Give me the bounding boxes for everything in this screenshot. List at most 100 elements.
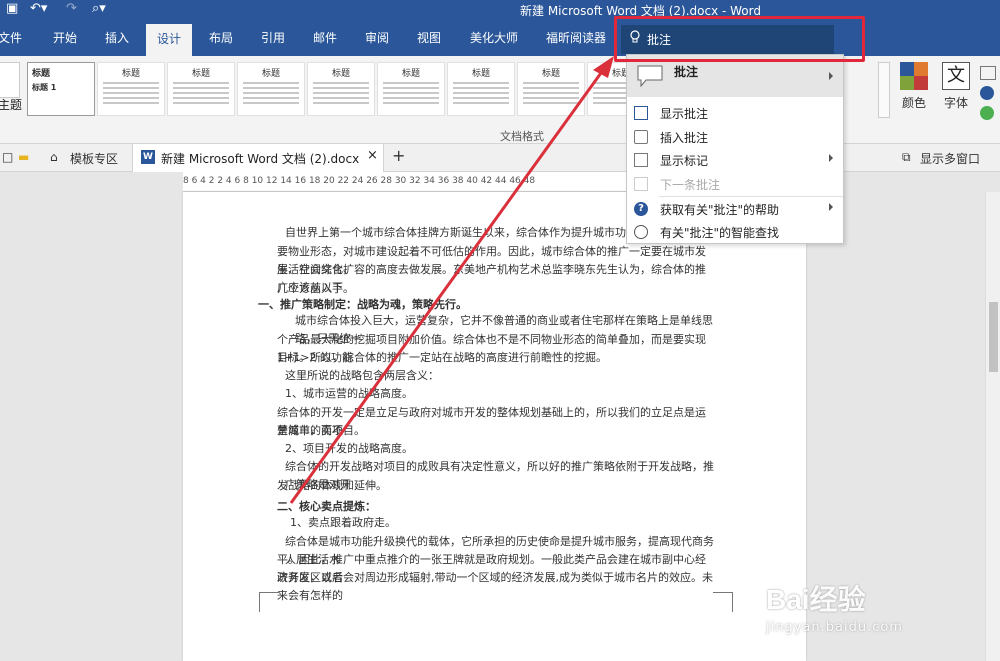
menu-item-label: 显示标记	[660, 154, 709, 168]
style-thumb-8[interactable]: 标题	[517, 62, 585, 116]
undo-icon[interactable]: ↶▾	[30, 1, 47, 16]
show-comments-icon	[634, 106, 648, 120]
document-formatting-group-label: 文档格式	[500, 130, 544, 143]
tab-layout[interactable]: 布局	[202, 20, 240, 56]
page-corner-mark	[259, 592, 279, 612]
style-thumb-heading: 标题	[401, 69, 420, 79]
style-thumb-subtitle: 标题 1	[32, 83, 57, 92]
tab-file[interactable]: 文件	[0, 20, 24, 56]
menu-item-label: 下一条批注	[660, 178, 721, 192]
doc-paragraph-line: 2、项目开发的战略高度。	[285, 442, 413, 455]
menu-item-label: 获取有关"批注"的帮助	[660, 203, 780, 217]
menu-item-label: 有关"批注"的智能查找	[660, 226, 780, 240]
style-thumb-2[interactable]: 标题	[97, 62, 165, 116]
themes-icon[interactable]	[0, 62, 20, 98]
style-thumb-5[interactable]: 标题	[307, 62, 375, 116]
template-zone-tab[interactable]: 模板专区	[70, 150, 118, 167]
menu-item-insert-comment[interactable]: 插入批注	[627, 125, 843, 149]
style-thumb-heading: 标题	[471, 69, 490, 79]
doc-paragraph-line: 这里所说的战略包含两层含义：	[285, 369, 439, 382]
folder-icon[interactable]: ▬	[18, 150, 29, 164]
word-doc-icon: W	[141, 150, 155, 164]
tab-beautify-master[interactable]: 美化大师	[462, 20, 526, 56]
home-folder-icon[interactable]: □	[2, 150, 13, 164]
menu-item-show-markup[interactable]: 显示标记	[627, 148, 843, 172]
comment-icon	[637, 65, 663, 87]
watermark-brand: Bai经验	[766, 584, 866, 615]
doc-paragraph-line: 1、城市运营的战略高度。	[285, 387, 413, 400]
style-thumb-heading: 标题	[32, 69, 51, 79]
doc-paragraph-line: 发战略的体现和延伸。	[277, 479, 387, 492]
tab-home[interactable]: 开始	[46, 20, 84, 56]
page-corner-mark	[713, 592, 733, 612]
menu-item-show-comments[interactable]: 显示批注	[627, 101, 843, 125]
tab-mailings[interactable]: 邮件	[306, 20, 344, 56]
colors-label[interactable]: 颜色	[902, 94, 926, 111]
menu-item-next-comment[interactable]: 下一条批注	[627, 172, 843, 196]
menu-header-item[interactable]: 批注	[627, 55, 843, 97]
menu-item-label: 插入批注	[660, 131, 709, 145]
watermark-url: jingyan.baidu.com	[766, 620, 903, 635]
ribbon-tabs: 文件 开始 插入 设计 布局 引用 邮件 审阅 视图 美化大师 福昕阅读器	[0, 20, 1000, 56]
colors-icon[interactable]	[900, 62, 928, 90]
show-multi-window-button[interactable]: 显示多窗口	[920, 150, 980, 167]
new-tab-icon[interactable]: +	[392, 146, 405, 165]
save-icon[interactable]: ▣	[6, 1, 18, 16]
doc-paragraph-line: 是简单的卖项目。	[277, 424, 365, 437]
tell-me-search-box[interactable]: 批注	[621, 25, 834, 54]
paragraph-spacing-icon[interactable]	[980, 66, 996, 80]
tab-references[interactable]: 引用	[254, 20, 292, 56]
tab-view[interactable]: 视图	[410, 20, 448, 56]
effects-icon[interactable]	[980, 86, 994, 100]
next-comment-icon	[634, 177, 648, 191]
style-thumb-heading: 标题	[261, 69, 280, 79]
doc-paragraph-line: 1、卖点跟着政府走。	[290, 516, 396, 529]
fonts-icon[interactable]: 文	[942, 62, 970, 90]
active-document-name: 新建 Microsoft Word 文档 (2).docx	[161, 152, 360, 166]
style-thumb-heading: 标题	[191, 69, 210, 79]
tell-me-results-menu: 批注 显示批注 插入批注 显示标记 下一条批注 ? 获取有关"批注"的帮助 有关…	[626, 54, 844, 244]
tab-foxit-reader[interactable]: 福昕阅读器	[540, 20, 612, 56]
smart-lookup-icon	[634, 225, 648, 239]
style-thumb-heading: 标题	[121, 69, 140, 79]
style-thumb-7[interactable]: 标题	[447, 62, 515, 116]
menu-item-smart-lookup[interactable]: 有关"批注"的智能查找	[627, 220, 843, 244]
lightbulb-icon	[630, 30, 640, 43]
style-thumb-6[interactable]: 标题	[377, 62, 445, 116]
scrollbar-thumb[interactable]	[989, 302, 998, 372]
menu-item-label: 显示批注	[660, 107, 709, 121]
style-thumb-heading: 标题	[541, 69, 560, 79]
ruler-ticks: 8 6 4 2 2 4 6 8 10 12 14 16 18 20 22 24 …	[183, 176, 536, 186]
document-tab-bar: □ ▬ ⌂ 模板专区 W 新建 Microsoft Word 文档 (2).do…	[0, 144, 1000, 172]
multi-window-icon: ⧉	[902, 150, 911, 164]
submenu-arrow-icon	[829, 203, 833, 211]
themes-label: 主题	[0, 98, 23, 112]
set-as-default-icon[interactable]	[980, 106, 994, 120]
redo-icon[interactable]: ↷	[66, 1, 77, 16]
print-preview-icon[interactable]: ⌕▾	[92, 1, 106, 16]
tab-design[interactable]: 设计	[146, 24, 192, 56]
close-tab-icon[interactable]: ×	[367, 148, 378, 163]
gallery-scroll[interactable]	[878, 62, 890, 118]
style-thumb-1[interactable]: 标题 标题 1	[27, 62, 95, 116]
submenu-arrow-icon	[829, 154, 833, 162]
doc-paragraph-line: 政务区，以后会对周边形成辐射,带动一个区域的经济发展,成为类似于城市名片的效应。…	[277, 571, 713, 603]
menu-header-label: 批注	[674, 65, 699, 79]
tell-me-value: 批注	[647, 33, 672, 47]
show-markup-icon	[634, 153, 648, 167]
fonts-label[interactable]: 字体	[944, 94, 968, 111]
insert-comment-icon	[634, 130, 648, 144]
tab-review[interactable]: 审阅	[358, 20, 396, 56]
vertical-scrollbar[interactable]	[985, 192, 1000, 661]
active-document-tab[interactable]: W 新建 Microsoft Word 文档 (2).docx ×	[132, 144, 384, 172]
style-thumb-3[interactable]: 标题	[167, 62, 235, 116]
help-icon: ?	[634, 202, 648, 216]
template-home-icon: ⌂	[50, 150, 58, 164]
window-title: 新建 Microsoft Word 文档 (2).docx - Word	[520, 4, 761, 18]
baidu-jingyan-watermark: Bai经验 jingyan.baidu.com	[766, 578, 903, 635]
tab-insert[interactable]: 插入	[98, 20, 136, 56]
title-bar: ▣ ↶▾ ↷ ⌕▾ 新建 Microsoft Word 文档 (2).docx …	[0, 0, 1000, 20]
menu-item-get-help[interactable]: ? 获取有关"批注"的帮助	[627, 197, 843, 221]
ribbon-panel: 主题 标题 标题 1 标题 标题 标题 标题 标题 标题 标题 标题 文档格式 …	[0, 56, 1000, 144]
style-thumb-4[interactable]: 标题	[237, 62, 305, 116]
